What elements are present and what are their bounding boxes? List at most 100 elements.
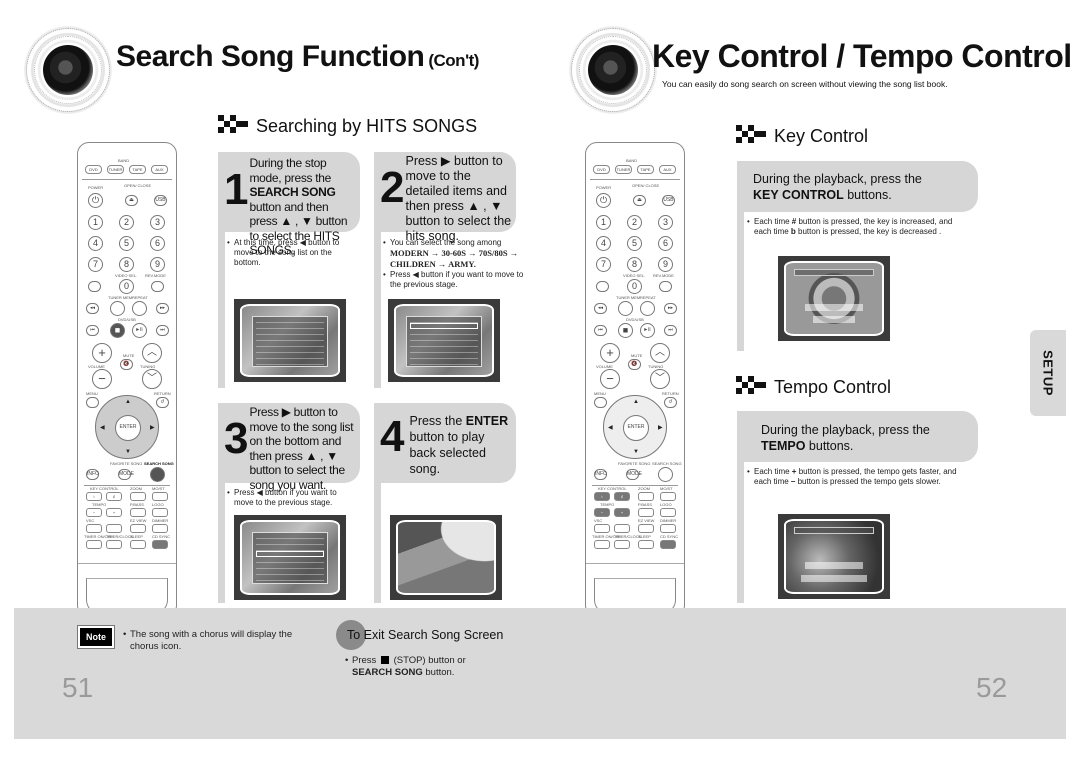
step-4-text: Press the ENTER button to play back sele… xyxy=(409,414,509,476)
rewind-icon: ◂◂ xyxy=(86,303,99,314)
digit-9: 9 xyxy=(150,257,165,272)
timer-clock-button xyxy=(106,540,122,549)
checker-arrow-icon xyxy=(736,125,768,147)
mode-button: MODE xyxy=(118,469,134,480)
note-text: The song with a chorus will display the … xyxy=(122,629,312,653)
rev-mode-label: REV.MODE xyxy=(145,273,166,278)
digit-4: 4 xyxy=(88,236,103,251)
menu-button xyxy=(86,397,99,408)
step-1-box: 1 During the stop mode, press the SEARCH… xyxy=(218,152,360,257)
mo-st-button xyxy=(152,492,168,501)
eject-icon: ⏏ xyxy=(125,195,138,206)
repeat-label: REPEAT xyxy=(132,295,148,300)
forward-icon: ▸▸ xyxy=(664,303,677,314)
left-arrow-icon: ◀ xyxy=(100,425,105,431)
play-pause-icon: ▸॥ xyxy=(132,323,147,338)
up-arrow-icon: ▲ xyxy=(125,399,131,405)
speaker-decoration-right xyxy=(565,22,661,118)
page-title-left: Search Song Function (Con't) xyxy=(116,40,479,73)
step-4-number: 4 xyxy=(380,412,405,461)
direction-pad: ▲ ▼ ◀ ▶ ENTER xyxy=(95,395,159,459)
ez-view-button xyxy=(130,524,146,533)
enter-button: ENTER xyxy=(115,415,141,441)
next-track-icon: ⏭ xyxy=(664,325,677,336)
repeat-button xyxy=(132,301,147,316)
prev-track-icon: ⏮ xyxy=(594,325,607,336)
band-label: BAND xyxy=(118,158,130,163)
eject-icon: ⏏ xyxy=(633,195,646,206)
step-2-box: 2 Press ▶ button to move to the detailed… xyxy=(374,152,516,243)
dimmer-button xyxy=(152,524,168,533)
step-4-screenshot xyxy=(390,515,502,600)
step-3-bullet: Press ◀ button if you want to move to th… xyxy=(226,488,356,508)
return-label: RETURN xyxy=(154,391,171,396)
dvd-button: DVD xyxy=(85,165,102,174)
key-sharp-button-highlight: ♯ xyxy=(614,492,630,501)
tempo-control-note: Each time + button is pressed, the tempo… xyxy=(746,467,958,487)
power-label: POWER xyxy=(88,185,104,190)
hdmi-button xyxy=(152,540,168,549)
step-3-screenshot xyxy=(234,515,346,600)
key-control-note: Each time # button is pressed, the key i… xyxy=(746,217,958,237)
tempo-control-screenshot xyxy=(778,514,890,599)
tuning-up-icon: ︿ xyxy=(142,343,162,363)
volume-down-icon: − xyxy=(600,369,620,389)
vsc-button xyxy=(86,524,102,533)
digit-7: 7 xyxy=(88,257,103,272)
tuning-up-icon: ︿ xyxy=(650,343,670,363)
step-3-notes: Press ◀ button if you want to move to th… xyxy=(226,488,356,508)
prev-track-icon: ⏮ xyxy=(86,325,99,336)
stop-square-icon xyxy=(380,656,389,664)
mute-label: MUTE xyxy=(123,353,135,358)
step-1-number: 1 xyxy=(224,165,249,214)
tuning-down-icon: ﹀ xyxy=(142,369,162,389)
rewind-icon: ◂◂ xyxy=(594,303,607,314)
right-arrow-icon: ▶ xyxy=(150,425,155,431)
video-sel-label: VIDEO SEL. xyxy=(115,273,138,278)
down-arrow-icon: ▼ xyxy=(125,449,131,455)
digit-8: 8 xyxy=(119,257,134,272)
menu-label: MENU xyxy=(86,391,98,396)
remote-control-illustration-right: BAND DVD TUNER TAPE AUX POWER OPEN/ CLOS… xyxy=(585,142,685,614)
remain-button xyxy=(596,281,609,292)
step-1-bullet: At this time, press ◀ button to move to … xyxy=(226,238,356,268)
step-2-screenshot xyxy=(388,299,500,382)
digit-5: 5 xyxy=(119,236,134,251)
key-flat-button-highlight: ♭ xyxy=(594,492,610,501)
sleep-button xyxy=(130,540,146,549)
digit-6: 6 xyxy=(150,236,165,251)
return-icon: ↺ xyxy=(156,397,169,408)
dvd-usb-label: DVD/USB xyxy=(118,317,136,322)
section-heading-tempo-control: Tempo Control xyxy=(736,376,891,398)
karaoke-button-panel: KEY CONTROL ZOOM MO/ST ♭ ♯ TEMPO P.BASS … xyxy=(84,485,170,551)
mute-icon: 🔇 xyxy=(120,359,133,370)
key-control-screenshot xyxy=(778,256,890,341)
cancel-button xyxy=(151,281,164,292)
repeat-ab-button xyxy=(152,508,168,517)
karaoke-button-panel: KEY CONTROL ZOOM MO/ST ♭ ♯ TEMPO P.BASS … xyxy=(592,485,678,551)
play-pause-icon: ▸॥ xyxy=(640,323,655,338)
remote-control-illustration-left: BAND DVD TUNER TAPE AUX POWER OPEN/ CLOS… xyxy=(77,142,177,614)
key-flat-button: ♭ xyxy=(86,492,102,501)
page-intro: You can easily do song search on screen … xyxy=(662,79,948,89)
digit-2: 2 xyxy=(119,215,134,230)
stop-icon: ■ xyxy=(618,323,633,338)
page-number-left: 51 xyxy=(62,672,94,703)
volume-down-icon: − xyxy=(92,369,112,389)
checker-arrow-icon xyxy=(218,115,250,137)
step-2-bullet-2: Press ◀ button if you want to move to th… xyxy=(382,270,530,290)
volume-up-icon: + xyxy=(92,343,112,363)
down-arrow-icon: ▼ xyxy=(633,449,639,455)
tempo-plus-button: + xyxy=(106,508,122,517)
volume-up-icon: + xyxy=(600,343,620,363)
usb-button: USB xyxy=(662,195,675,206)
checker-arrow-icon xyxy=(736,376,768,398)
section-heading-hits-songs: Searching by HITS SONGS xyxy=(218,115,477,137)
step-3-box: 3 Press ▶ button to move to the song lis… xyxy=(218,403,360,492)
zoom-button xyxy=(130,492,146,501)
exit-heading: To Exit Search Song Screen xyxy=(347,628,504,642)
step-1-screenshot xyxy=(234,299,346,382)
p-bass-button xyxy=(130,508,146,517)
exit-instruction: Press (STOP) button orSEARCH SONG button… xyxy=(344,655,524,679)
open-close-label: OPEN/ CLOSE xyxy=(124,183,152,188)
